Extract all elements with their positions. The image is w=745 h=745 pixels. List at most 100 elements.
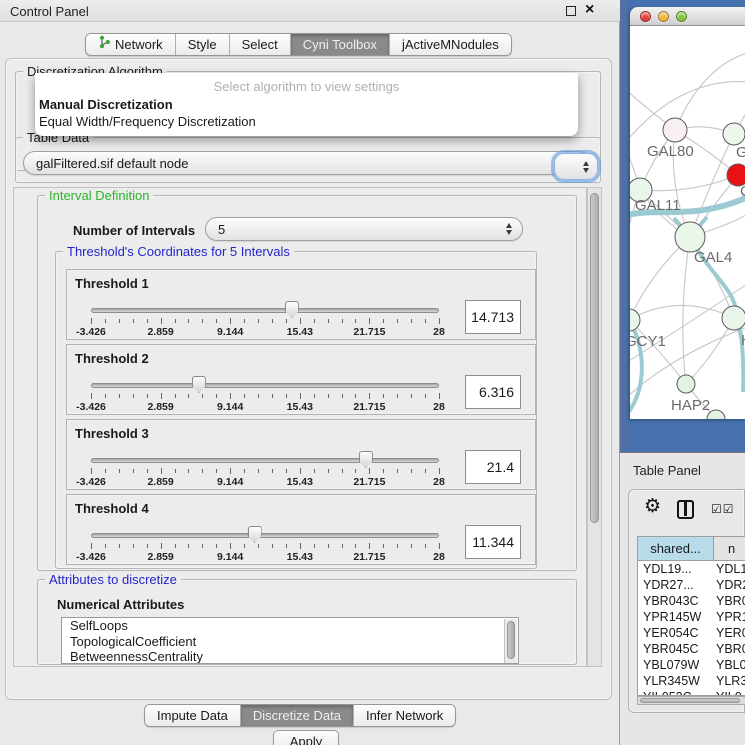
tick-mark <box>397 544 398 548</box>
tick-mark <box>300 393 301 399</box>
tick-label: 9.144 <box>217 551 243 563</box>
cell-shared-name: YBR045C <box>638 641 714 657</box>
tick-mark <box>439 543 440 549</box>
split-columns-icon[interactable] <box>677 500 694 519</box>
cell-name: YBR0 <box>714 593 745 609</box>
network-graph: GAL80GCGAL11GAL4GCY1HHAP2 <box>630 26 745 419</box>
threshold-slider[interactable]: -3.4262.8599.14415.4321.71528 <box>91 523 439 563</box>
zoom-traffic-light[interactable] <box>676 11 687 22</box>
threshold-label: Threshold 2 <box>75 351 149 366</box>
table-rows: YDL19...YDL1YDR27...YDR2YBR043CYBR0YPR14… <box>638 561 745 696</box>
table-row[interactable]: YDL19...YDL1 <box>638 561 745 577</box>
float-window-icon[interactable] <box>566 6 576 16</box>
tick-mark <box>161 468 162 474</box>
attribute-item[interactable]: BetweennessCentrality <box>62 649 518 664</box>
popup-option[interactable]: Equal Width/Frequency Discretization <box>39 114 256 129</box>
checkbox-icons[interactable]: ☑☑ <box>711 502 735 516</box>
tick-mark <box>216 469 217 473</box>
tick-mark <box>244 544 245 548</box>
threshold-label: Threshold 3 <box>75 426 149 441</box>
tab-cyni-toolbox[interactable]: Cyni Toolbox <box>290 34 389 55</box>
apply-button[interactable]: Apply <box>273 730 339 745</box>
tick-mark <box>342 319 343 323</box>
tick-mark <box>411 544 412 548</box>
tab-discretize-data[interactable]: Discretize Data <box>240 705 353 726</box>
table-row[interactable]: YER054CYER0 <box>638 625 745 641</box>
table-row[interactable]: YBR045CYBR0 <box>638 641 745 657</box>
tab-impute-data[interactable]: Impute Data <box>145 705 240 726</box>
attribute-item[interactable]: TopologicalCoefficient <box>62 634 518 650</box>
tab-jactivemnodules[interactable]: jActiveMNodules <box>389 34 511 55</box>
network-canvas[interactable]: GAL80GCGAL11GAL4GCY1HHAP2 <box>630 26 745 419</box>
attributes-scrollbar[interactable] <box>504 619 517 664</box>
threshold-slider[interactable]: -3.4262.8599.14415.4321.71528 <box>91 448 439 488</box>
column-header-shared[interactable]: shared... <box>638 537 714 560</box>
popup-option[interactable]: Manual Discretization <box>39 97 173 112</box>
tick-mark <box>133 544 134 548</box>
algorithm-combo-focused[interactable] <box>554 153 598 180</box>
threshold-value[interactable]: 11.344 <box>465 525 521 559</box>
table-row[interactable]: YBL079WYBL0 <box>638 657 745 673</box>
tab-network[interactable]: Network <box>86 34 175 55</box>
tick-mark <box>244 469 245 473</box>
network-node[interactable] <box>722 306 745 330</box>
tick-label: 15.43 <box>287 551 313 563</box>
node-label: HAP2 <box>671 397 710 414</box>
tick-label: -3.426 <box>76 401 106 413</box>
tick-mark <box>188 544 189 548</box>
network-node[interactable] <box>675 222 705 252</box>
num-intervals-value: 5 <box>218 222 225 237</box>
attribute-item[interactable]: SelfLoops <box>62 618 518 634</box>
close-icon[interactable]: × <box>585 1 594 19</box>
threshold-value[interactable]: 6.316 <box>465 375 521 409</box>
tick-mark <box>161 318 162 324</box>
cell-shared-name: YDL19... <box>638 561 714 577</box>
table-data-combo[interactable]: galFiltered.sif default node <box>23 151 591 175</box>
cell-shared-name: YPR145W <box>638 609 714 625</box>
attributes-group-label: Attributes to discretize <box>45 572 181 587</box>
table-row[interactable]: YLR345WYLR3 <box>638 673 745 689</box>
threshold-slider[interactable]: -3.4262.8599.14415.4321.71528 <box>91 373 439 413</box>
tab-style[interactable]: Style <box>175 34 229 55</box>
table-row[interactable]: YDR27...YDR2 <box>638 577 745 593</box>
tick-label: -3.426 <box>76 476 106 488</box>
tick-mark <box>425 319 426 323</box>
slider-thumb[interactable] <box>192 376 206 393</box>
table-row[interactable]: YIL052CYIL0 <box>638 689 745 696</box>
cyni-toolbox-panel: Discretization Algorithm Table Data galF… <box>5 58 612 700</box>
tick-mark <box>439 468 440 474</box>
table-row[interactable]: YPR145WYPR1 <box>638 609 745 625</box>
slider-thumb[interactable] <box>359 451 373 468</box>
tick-mark <box>161 393 162 399</box>
tick-mark <box>230 543 231 549</box>
gear-icon[interactable]: ⚙ <box>644 497 661 516</box>
slider-thumb[interactable] <box>285 301 299 318</box>
network-node[interactable] <box>677 375 695 393</box>
tab-select[interactable]: Select <box>229 34 290 55</box>
threshold-slider[interactable]: -3.4262.8599.14415.4321.71528 <box>91 298 439 338</box>
tick-mark <box>147 319 148 323</box>
tick-mark <box>328 544 329 548</box>
attributes-list[interactable]: SelfLoopsTopologicalCoefficientBetweenne… <box>61 617 519 664</box>
table-horizontal-scrollbar[interactable] <box>637 696 745 705</box>
settings-scrollbar[interactable] <box>587 187 602 667</box>
num-intervals-combo[interactable]: 5 <box>205 217 523 241</box>
tick-label: 21.715 <box>353 551 385 563</box>
tab-infer-network[interactable]: Infer Network <box>353 705 455 726</box>
table-row[interactable]: YBR043CYBR0 <box>638 593 745 609</box>
tick-mark <box>272 469 273 473</box>
node-table[interactable]: shared... n YDL19...YDL1YDR27...YDR2YBR0… <box>637 536 745 696</box>
slider-thumb[interactable] <box>248 526 262 543</box>
network-node[interactable] <box>723 123 745 145</box>
tick-mark <box>105 394 106 398</box>
tick-mark <box>397 469 398 473</box>
numerical-attributes-label: Numerical Attributes <box>57 597 184 612</box>
column-header-name[interactable]: n <box>714 537 745 560</box>
minimize-traffic-light[interactable] <box>658 11 669 22</box>
slider-ticks <box>91 468 439 475</box>
close-traffic-light[interactable] <box>640 11 651 22</box>
network-node[interactable] <box>630 309 640 331</box>
network-node[interactable] <box>663 118 687 142</box>
threshold-value[interactable]: 21.4 <box>465 450 521 484</box>
threshold-value[interactable]: 14.713 <box>465 300 521 334</box>
